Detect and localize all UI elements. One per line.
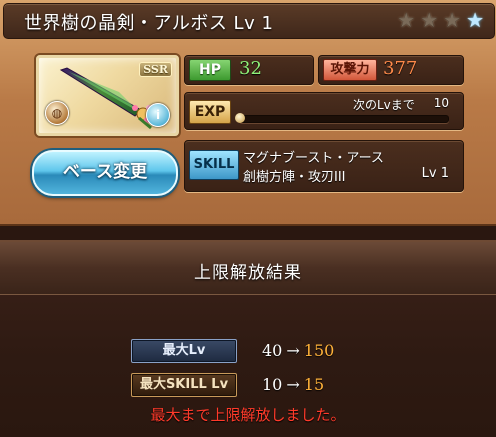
- weapon-portrait[interactable]: SSR ◍ i: [36, 55, 179, 136]
- weapon-title-bar: 世界樹の晶剣・アルボス Lv 1 ★ ★ ★ ★: [3, 3, 495, 39]
- star-empty-icon: ★: [443, 8, 462, 32]
- exp-next-value: 10: [433, 96, 449, 110]
- skill-level: Lv 1: [421, 166, 449, 181]
- dialog-title: 上限解放結果: [194, 263, 302, 283]
- hp-panel: HP 32: [184, 55, 314, 85]
- arrow-right-icon: →: [286, 375, 300, 394]
- max-skill-level-label: 最大SKILL Lv: [131, 373, 237, 397]
- attack-panel: 攻撃力 377: [318, 55, 464, 85]
- max-skill-level-to: 15: [303, 375, 325, 394]
- uncap-result-dialog: 上限解放結果 最大Lv 40 → 150 最大SKILL Lv 10 → 15 最大まで…: [0, 240, 496, 437]
- skill-label: SKILL: [189, 150, 239, 180]
- max-level-label: 最大Lv: [131, 339, 237, 363]
- info-icon[interactable]: i: [146, 103, 170, 127]
- max-skill-level-from: 10: [262, 375, 283, 394]
- hp-value: 32: [239, 58, 262, 79]
- skill-name-1: マグナブースト・アース: [243, 151, 384, 166]
- dialog-header: 上限解放結果: [0, 242, 496, 295]
- star-filled-icon: ★: [466, 8, 484, 32]
- attack-value: 377: [383, 58, 418, 79]
- exp-progress-knob: [235, 113, 245, 123]
- rarity-stars: ★ ★ ★ ★: [397, 9, 484, 31]
- star-empty-icon: ★: [420, 8, 439, 32]
- exp-label: EXP: [189, 100, 231, 124]
- max-level-from: 40: [262, 341, 283, 360]
- change-base-button[interactable]: ベース変更: [32, 150, 178, 196]
- star-empty-icon: ★: [397, 8, 416, 32]
- uncap-complete-message: 最大まで上限解放しました。: [150, 406, 346, 424]
- hp-label: HP: [189, 59, 231, 81]
- weapon-name: 世界樹の晶剣・アルボス Lv 1: [24, 13, 274, 34]
- earth-element-icon: ◍: [45, 101, 69, 125]
- exp-progress-bar: [235, 113, 449, 123]
- ssr-badge: SSR: [139, 62, 172, 77]
- max-skill-level-change: 10 → 15: [262, 375, 324, 394]
- attack-label: 攻撃力: [323, 59, 377, 81]
- max-level-to: 150: [303, 341, 335, 360]
- skill-name-2: 創樹方陣・攻刃III: [243, 170, 346, 185]
- arrow-right-icon: →: [286, 341, 300, 360]
- skill-panel[interactable]: SKILL マグナブースト・アース 創樹方陣・攻刃III Lv 1: [184, 140, 464, 192]
- exp-next-label: 次のLvまで: [353, 98, 415, 112]
- max-level-change: 40 → 150: [262, 341, 334, 360]
- exp-panel: EXP 次のLvまで 10: [184, 92, 464, 130]
- weapon-card: 世界樹の晶剣・アルボス Lv 1 ★ ★ ★ ★ SSR ◍ i ベース変更 HP: [0, 0, 496, 226]
